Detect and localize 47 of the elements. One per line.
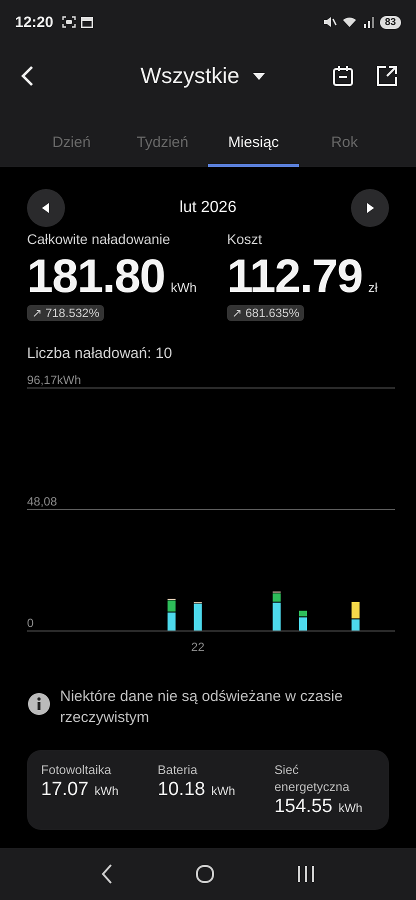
back-icon[interactable]	[101, 864, 113, 884]
signal-icon	[362, 16, 375, 28]
source-value: 10.18	[158, 779, 206, 801]
source-value: 154.55	[274, 796, 332, 818]
stat-value: 112.79	[227, 248, 362, 304]
axis-label: 48,08	[27, 494, 58, 509]
info-icon	[28, 693, 50, 715]
source-label: Bateria	[158, 762, 198, 779]
triangle-left-icon	[42, 203, 50, 213]
source-value: 17.07	[41, 779, 89, 801]
stat-label: Całkowite naładowanie	[27, 231, 170, 247]
period-tab[interactable]: Tydzień	[117, 108, 208, 167]
source-label: Sieć energetyczna	[274, 762, 350, 796]
recent-apps-icon[interactable]	[297, 865, 315, 883]
period-label: lut 2026	[180, 199, 236, 217]
triangle-right-icon	[366, 203, 374, 213]
charge-count: Liczba naładowań: 10	[26, 344, 174, 362]
source-unit: kWh	[94, 784, 119, 798]
caret-icon	[252, 72, 266, 80]
change-badge: ↗ 718.532%	[27, 305, 104, 321]
stat-label: Koszt	[227, 231, 262, 247]
previous-button[interactable]	[27, 189, 65, 227]
notice-text: Niektóre dane nie są odświeżane w czasie rzeczywistym	[60, 687, 344, 728]
source-label: Fotowoltaika	[41, 762, 112, 779]
back-icon	[20, 65, 34, 87]
period-tab[interactable]: Miesiąc	[208, 108, 299, 167]
stat-unit: kWh	[170, 280, 197, 295]
source-unit: kWh	[211, 784, 236, 798]
share-icon	[376, 65, 398, 87]
next-button[interactable]	[351, 189, 389, 227]
change-badge: ↗ 681.635%	[227, 305, 304, 321]
stat-value: 181.80	[27, 248, 165, 304]
source-unit: kWh	[338, 801, 362, 815]
battery-level: 83	[380, 16, 401, 28]
axis-label: 0	[27, 616, 34, 630]
axis-label: 22	[191, 640, 205, 654]
period-tab[interactable]: Rok	[299, 108, 390, 167]
period-tab[interactable]: Dzień	[26, 108, 117, 167]
calendar-icon	[332, 65, 354, 87]
screenshot-icon	[62, 16, 76, 28]
wifi-icon	[342, 16, 358, 28]
window-icon	[81, 16, 94, 28]
stat-unit: zł	[368, 280, 378, 295]
mute-icon	[322, 16, 337, 28]
status-time: 12:20	[15, 14, 54, 30]
axis-label: 96,17kWh	[27, 373, 82, 387]
home-icon[interactable]	[195, 864, 215, 884]
